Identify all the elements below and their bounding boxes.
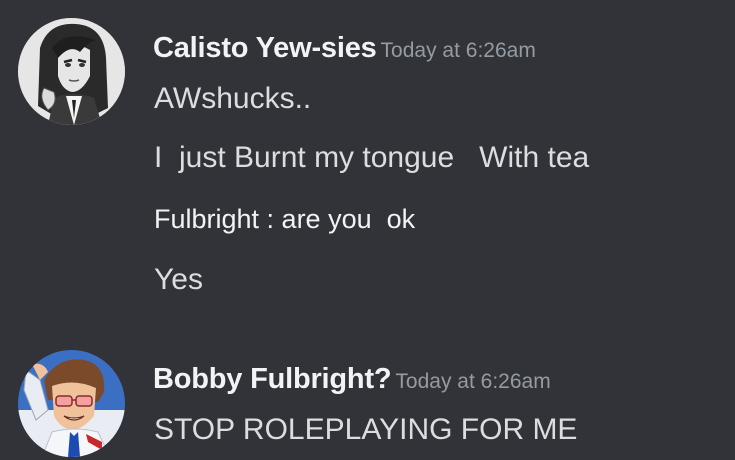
message-text: Fulbright : are you ok <box>154 204 416 234</box>
avatar-calisto[interactable] <box>18 18 125 125</box>
message-text: Yes <box>154 263 203 296</box>
saluting-character-avatar-icon <box>18 350 125 457</box>
avatar-bobby[interactable] <box>18 350 125 457</box>
message-header: Bobby Fulbright? Today at 6:26am <box>153 363 551 396</box>
message-text: STOP ROLEPLAYING FOR ME <box>154 413 578 446</box>
timestamp: Today at 6:26am <box>395 370 551 393</box>
username[interactable]: Calisto Yew-sies <box>153 32 377 64</box>
message-header: Calisto Yew-sies Today at 6:26am <box>153 32 536 65</box>
username[interactable]: Bobby Fulbright? <box>153 363 392 395</box>
message-text: I just Burnt my tongue With tea <box>154 141 590 174</box>
timestamp: Today at 6:26am <box>380 39 536 62</box>
message-text: AWshucks.. <box>154 82 312 115</box>
grayscale-character-avatar-icon <box>18 18 125 125</box>
